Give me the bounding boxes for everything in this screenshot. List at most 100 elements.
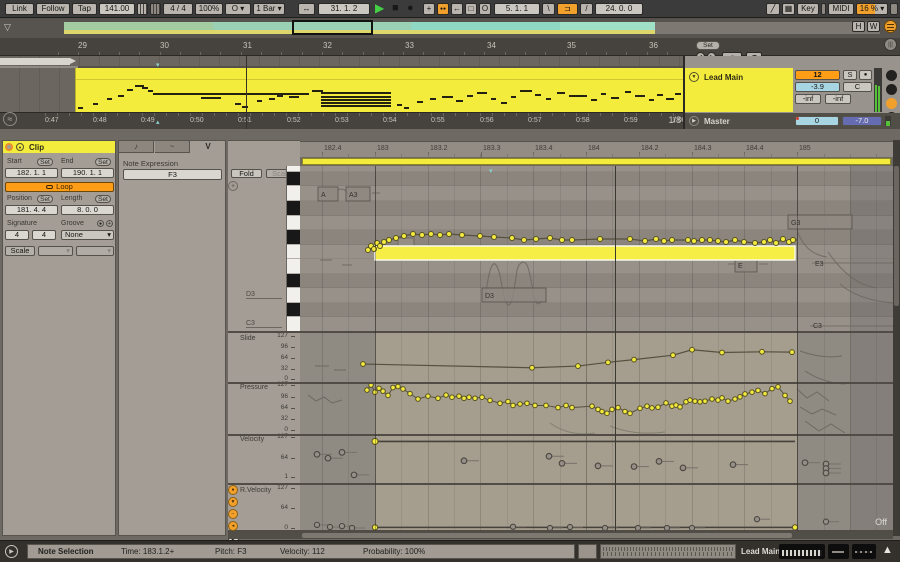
pressure-point[interactable] [762, 390, 768, 397]
pitch-expression-point[interactable] [597, 236, 603, 242]
pressure-point[interactable] [609, 406, 615, 413]
record-button[interactable]: ● [407, 2, 414, 14]
pressure-point[interactable] [543, 402, 549, 409]
loop-switch[interactable]: ⊐ [557, 3, 578, 15]
slide-point[interactable] [605, 359, 611, 366]
piano-key-black[interactable] [287, 230, 300, 245]
pressure-point[interactable] [479, 394, 485, 401]
pressure-point[interactable] [719, 395, 725, 401]
slide-point[interactable] [789, 349, 795, 356]
set-position-button[interactable]: Set [37, 195, 53, 203]
follow-tempo-button[interactable]: Follow [36, 3, 70, 15]
pressure-point[interactable] [782, 392, 788, 399]
piano-key-white[interactable] [287, 244, 300, 260]
clip-position-field[interactable]: 181. 4. 4 [5, 205, 58, 215]
pitch-expression-point[interactable] [559, 237, 565, 243]
selected-midi-note[interactable] [374, 245, 796, 261]
pressure-point[interactable] [749, 389, 755, 395]
pressure-point[interactable] [732, 396, 738, 402]
set-length-button[interactable]: Set [95, 195, 111, 203]
pressure-point[interactable] [466, 394, 472, 401]
status-play-icon[interactable]: ▶ [5, 545, 18, 558]
unfold-master-icon[interactable]: ▶ [689, 116, 699, 126]
pitch-expression-point[interactable] [752, 240, 758, 246]
slide-point[interactable] [670, 352, 676, 359]
pressure-point[interactable] [456, 393, 462, 399]
time-signature-field[interactable]: 4 / 4 [163, 3, 193, 15]
lane-divider[interactable] [228, 434, 893, 436]
master-volume-field[interactable]: -7.0 [842, 116, 882, 126]
master-track-header[interactable]: ▶ Master 0 -7.0 [685, 113, 900, 129]
pitch-expression-point[interactable] [707, 237, 713, 243]
groove-select[interactable]: None ▾ [61, 230, 114, 240]
pitch-expression-point[interactable] [669, 237, 675, 243]
follow-playhead-button[interactable]: O [479, 3, 491, 15]
velocity-point[interactable] [338, 449, 346, 456]
pitch-expression-point[interactable] [627, 236, 633, 242]
pitch-expression-point[interactable] [547, 235, 553, 241]
tempo-field[interactable]: 141.00 [99, 3, 135, 15]
overdub-button[interactable]: + [423, 3, 435, 15]
mixer-section-toggle[interactable] [886, 84, 897, 95]
pressure-point[interactable] [663, 400, 669, 406]
pressure-point[interactable] [775, 384, 781, 390]
velocity-point[interactable] [630, 463, 638, 470]
pressure-point[interactable] [555, 404, 561, 411]
clip-activator-icon[interactable] [5, 143, 13, 151]
punch-loop-length-field[interactable]: 24. 0. 0 [595, 3, 643, 15]
tab-envelopes[interactable]: ~ [155, 141, 190, 153]
scale-button[interactable]: Scale [5, 246, 35, 256]
velocity-point[interactable] [313, 450, 321, 458]
master-pan-field[interactable]: 0 [795, 116, 839, 126]
pitch-expression-point[interactable] [653, 236, 659, 242]
pressure-point[interactable] [364, 387, 370, 393]
pitch-expression-point[interactable] [642, 238, 648, 244]
clip-end-field[interactable]: 190. 1. 1 [61, 168, 114, 178]
release-velocity-point[interactable] [822, 518, 830, 525]
pressure-point[interactable] [709, 396, 715, 402]
expression-note-field[interactable]: F3 [123, 169, 222, 180]
pitch-expression-point[interactable] [741, 239, 747, 245]
scale-name-select[interactable]: ▾ [76, 246, 114, 256]
pitch-expression-point[interactable] [732, 237, 738, 243]
arm-button[interactable]: ● [859, 70, 872, 80]
arrangement-position-field[interactable]: 31. 1. 2 [318, 3, 370, 15]
io-meter-toggle-icon[interactable]: ||| [884, 38, 897, 51]
pitch-expression-point[interactable] [437, 232, 443, 238]
pressure-point[interactable] [644, 403, 650, 409]
pressure-point[interactable] [435, 395, 441, 402]
pitch-expression-point[interactable] [477, 233, 483, 239]
arrangement-h-zoom-button[interactable]: H [852, 21, 865, 32]
stop-button[interactable]: ■ [392, 2, 399, 14]
pressure-point[interactable] [649, 405, 655, 411]
clip-unfold-icon[interactable]: ▼ [16, 143, 24, 151]
pressure-point[interactable] [742, 391, 748, 397]
velocity-point[interactable] [324, 454, 332, 462]
quantize-menu[interactable]: O ▾ [225, 3, 251, 15]
slide-point[interactable] [575, 363, 581, 369]
pressure-point[interactable] [737, 394, 743, 400]
pressure-point[interactable] [725, 398, 731, 404]
set-start-button[interactable]: Set [37, 158, 53, 166]
lead-track-header[interactable]: ▼ Lead Main [685, 68, 793, 112]
lead-track-lane[interactable] [0, 68, 683, 112]
punch-in-icon[interactable]: \ [542, 3, 555, 15]
pressure-point[interactable] [622, 408, 628, 415]
mixer-section-toggle[interactable] [886, 70, 897, 81]
pitch-expression-point[interactable] [521, 237, 527, 243]
release-velocity-point[interactable] [326, 523, 334, 531]
lane-divider[interactable] [228, 331, 893, 333]
pressure-point[interactable] [599, 408, 605, 415]
pressure-point[interactable] [637, 405, 643, 412]
piano-key-white[interactable] [287, 259, 300, 274]
nudge-icon[interactable]: ↔ [298, 3, 315, 15]
editor-horizontal-scrollbar[interactable] [228, 532, 893, 539]
track-activator[interactable]: 12 [795, 70, 840, 80]
velocity-point[interactable] [594, 462, 602, 470]
release-velocity-point[interactable] [338, 522, 346, 530]
groove-amount-field[interactable]: 100% [195, 3, 223, 15]
editor-loop-strip[interactable] [300, 157, 893, 166]
lane-divider[interactable] [228, 483, 893, 485]
tap-tempo-button[interactable]: Tap [72, 3, 97, 15]
pitch-expression-point[interactable] [401, 233, 407, 239]
